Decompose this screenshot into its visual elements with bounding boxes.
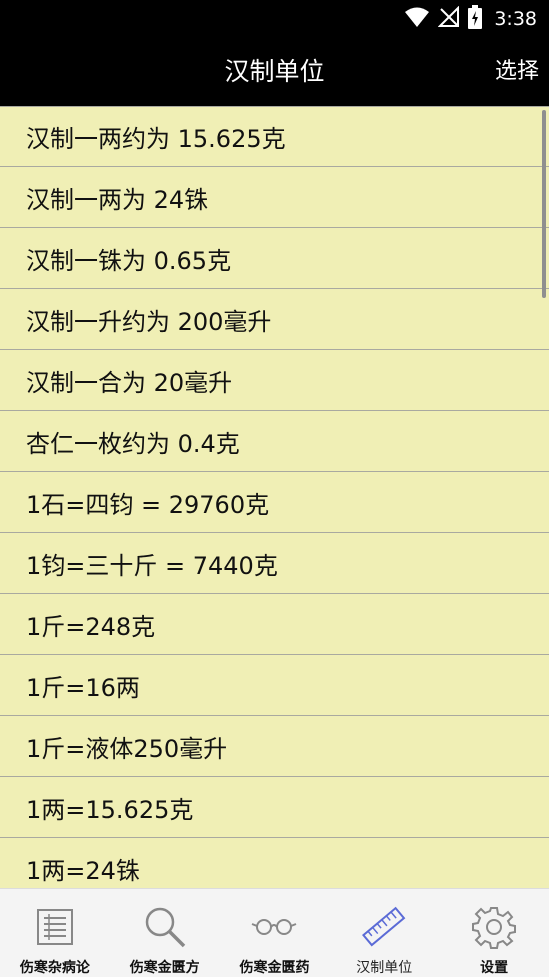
app-bar: 汉制单位 选择 xyxy=(0,38,549,106)
nav-item-hanzhi-danwei[interactable]: 汉制单位 xyxy=(329,889,439,977)
list-item[interactable]: 汉制一两约为 15.625克 xyxy=(0,106,549,167)
scrollbar[interactable] xyxy=(542,110,546,298)
list-icon xyxy=(31,903,79,951)
nav-label: 设置 xyxy=(480,960,509,976)
list-item[interactable]: 汉制一铢为 0.65克 xyxy=(0,228,549,289)
nav-label: 伤寒金匮方 xyxy=(129,960,200,976)
status-time: 3:38 xyxy=(494,8,537,30)
select-button[interactable]: 选择 xyxy=(493,38,541,106)
glasses-icon xyxy=(250,903,298,951)
status-icons: 3:38 xyxy=(404,0,537,38)
list-item[interactable]: 1斤=液体250毫升 xyxy=(0,716,549,777)
nav-label: 伤寒杂病论 xyxy=(19,960,90,976)
search-icon xyxy=(141,903,189,951)
list-item[interactable]: 汉制一合为 20毫升 xyxy=(0,350,549,411)
list-item[interactable]: 汉制一升约为 200毫升 xyxy=(0,289,549,350)
nav-item-shanghan-zabing[interactable]: 伤寒杂病论 xyxy=(0,889,110,977)
gear-icon xyxy=(470,903,518,951)
unit-list[interactable]: 汉制一两约为 15.625克 汉制一两为 24铢 汉制一铢为 0.65克 汉制一… xyxy=(0,106,549,888)
nav-label: 汉制单位 xyxy=(356,960,413,976)
nav-item-shanghan-jingui-fang[interactable]: 伤寒金匮方 xyxy=(110,889,220,977)
list-item[interactable]: 1斤=16两 xyxy=(0,655,549,716)
battery-charging-icon xyxy=(468,5,483,33)
list-item[interactable]: 1两=24铢 xyxy=(0,838,549,888)
nav-label: 伤寒金匮药 xyxy=(239,960,310,976)
list-item[interactable]: 汉制一两为 24铢 xyxy=(0,167,549,228)
list-item[interactable]: 1钧=三十斤 = 7440克 xyxy=(0,533,549,594)
page-title: 汉制单位 xyxy=(224,57,325,86)
ruler-icon xyxy=(360,903,408,951)
list-item[interactable]: 1石=四钧 = 29760克 xyxy=(0,472,549,533)
nav-item-settings[interactable]: 设置 xyxy=(439,889,549,977)
no-signal-icon xyxy=(437,5,460,32)
list-item[interactable]: 杏仁一枚约为 0.4克 xyxy=(0,411,549,472)
bottom-nav: 伤寒杂病论 伤寒金匮方 伤寒金匮药 汉制单位 设置 xyxy=(0,888,549,977)
wifi-icon xyxy=(404,6,430,32)
status-bar: 3:38 xyxy=(0,0,549,38)
list-item[interactable]: 1两=15.625克 xyxy=(0,777,549,838)
list-item[interactable]: 1斤=248克 xyxy=(0,594,549,655)
nav-item-shanghan-jingui-yao[interactable]: 伤寒金匮药 xyxy=(220,889,330,977)
